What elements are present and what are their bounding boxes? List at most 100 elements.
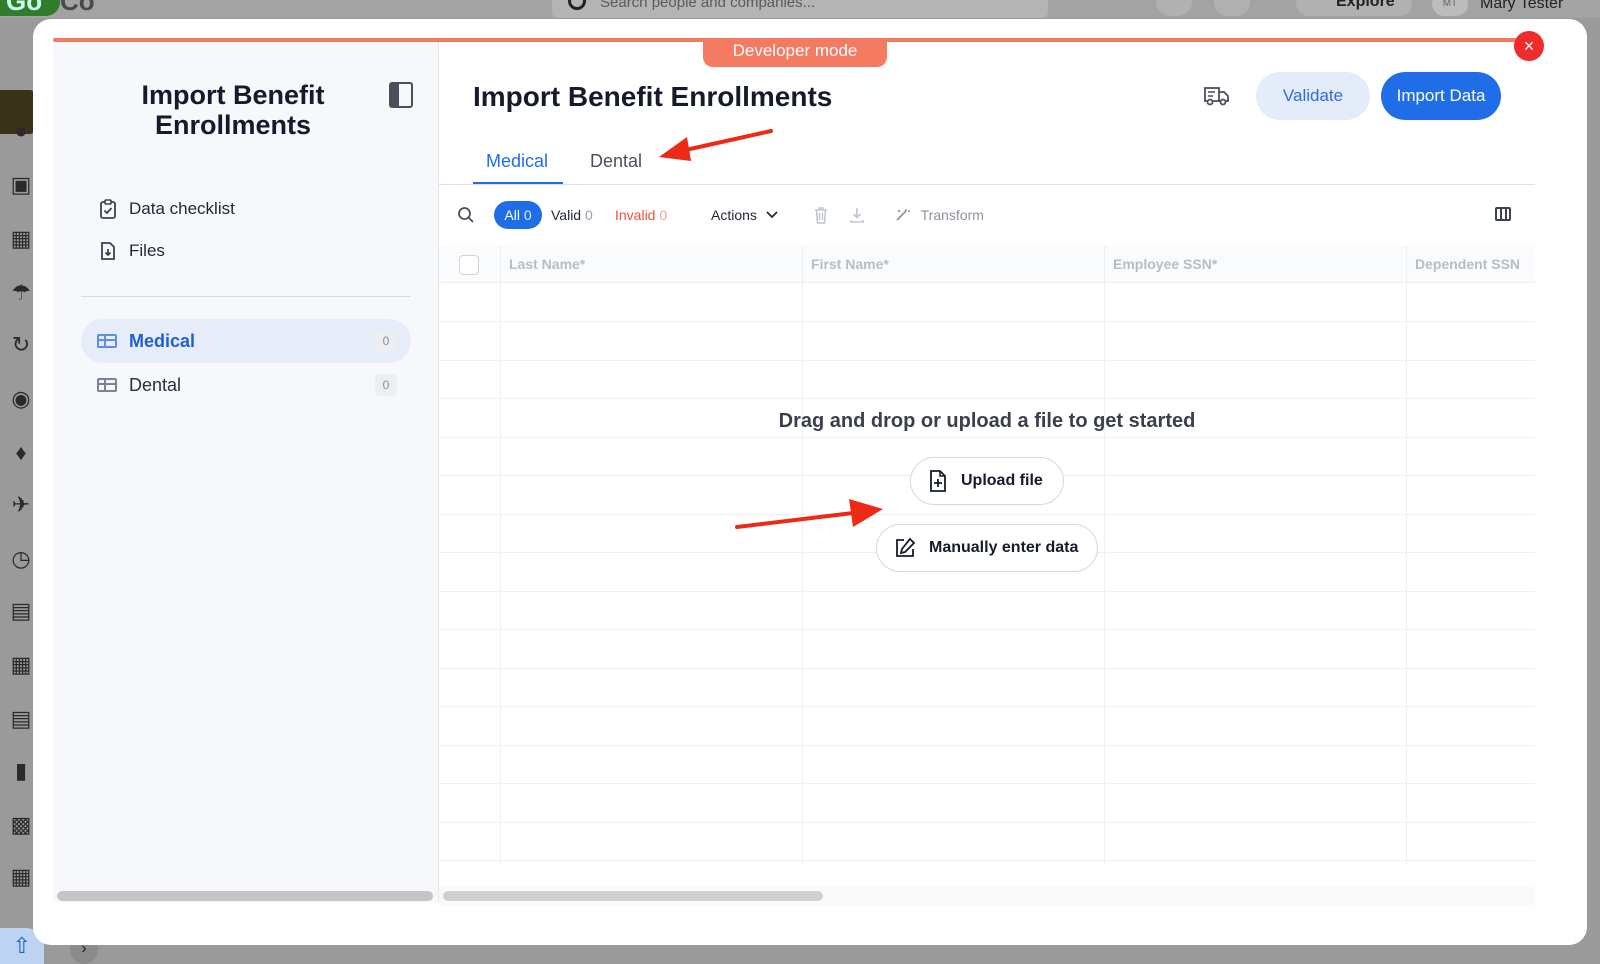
- award-icon: ◉: [11, 386, 31, 411]
- sidebar-title: Import Benefit Enrollments: [141, 80, 325, 140]
- filter-all-label: All: [504, 207, 520, 223]
- column-header[interactable]: Dependent SSN: [1407, 245, 1535, 283]
- upload-file-label: Upload file: [961, 472, 1043, 489]
- app-logo: Go: [0, 0, 60, 16]
- sheet-count-badge: 0: [375, 330, 397, 352]
- select-all-checkbox[interactable]: [459, 255, 479, 275]
- sidebar-divider: [81, 296, 411, 297]
- transform-button[interactable]: Transform: [895, 201, 984, 229]
- filter-valid-label: Valid: [551, 207, 582, 223]
- calendar-icon: ▦: [10, 652, 32, 677]
- empty-state-message: Drag and drop or upload a file to get st…: [778, 410, 1196, 432]
- column-header[interactable]: Employee SSN*: [1105, 245, 1407, 283]
- grid-row-line: [439, 822, 1535, 823]
- grid-row-line: [439, 514, 1535, 515]
- files-link[interactable]: Files: [99, 239, 165, 263]
- filter-valid-chip[interactable]: Valid 0: [551, 201, 593, 229]
- column-header[interactable]: Last Name*: [501, 245, 803, 283]
- grid-row-line: [439, 398, 1535, 399]
- manual-entry-label: Manually enter data: [929, 539, 1079, 556]
- import-modal: Developer mode × Import Benefit Enrollme…: [33, 19, 1587, 945]
- manual-entry-button[interactable]: Manually enter data: [876, 524, 1098, 572]
- chat-icon: ▩: [10, 812, 32, 837]
- filter-invalid-chip[interactable]: Invalid 0: [615, 201, 667, 229]
- background-sidebar: ● ▣ ▦ ☂ ↻ ◉ ♦ ✈ ◷ ▤ ▦ ▤ ▮ ▩ ▦: [0, 42, 34, 964]
- table-icon: [97, 378, 117, 392]
- magic-wand-icon: [896, 209, 910, 221]
- document-icon: ▤: [10, 598, 32, 623]
- grid-row-line: [439, 437, 1535, 438]
- grid-row-line: [439, 321, 1535, 322]
- tabs-divider: [439, 184, 1535, 185]
- file-plus-icon: [930, 470, 946, 492]
- apps-icon: ▦: [10, 864, 32, 889]
- filter-invalid-label: Invalid: [615, 207, 656, 223]
- page-title: Import Benefit Enrollments: [473, 81, 833, 112]
- developer-mode-badge: Developer mode: [703, 38, 887, 67]
- grid-row-line: [439, 591, 1535, 592]
- clipboard-check-icon: [100, 199, 116, 219]
- annotation-arrow-icon: [659, 129, 773, 161]
- data-checklist-link[interactable]: Data checklist: [99, 197, 235, 221]
- org-chart-icon: ▦: [10, 226, 32, 251]
- upload-file-button[interactable]: Upload file: [910, 457, 1064, 505]
- validate-button[interactable]: Validate: [1256, 72, 1370, 120]
- reports-icon: ▮: [14, 758, 28, 783]
- filter-all-chip[interactable]: All 0: [494, 201, 542, 229]
- collapse-panel-icon[interactable]: [389, 82, 413, 108]
- grid-header: Last Name* First Name* Employee SSN* Dep…: [439, 245, 1535, 283]
- time-icon: ◷: [11, 546, 31, 571]
- sheet-item-medical[interactable]: Medical 0: [81, 319, 411, 363]
- columns-icon[interactable]: [1495, 207, 1511, 221]
- sidebar-scrollbar[interactable]: [57, 891, 433, 901]
- umbrella-icon: ☂: [11, 280, 31, 305]
- app-logo-suffix: Co: [60, 0, 95, 16]
- grid-row-line: [439, 629, 1535, 630]
- grid-row-line: [439, 745, 1535, 746]
- filter-all-count: 0: [523, 207, 532, 223]
- grid-column-line: [1406, 245, 1407, 865]
- grid-row-line: [439, 783, 1535, 784]
- grid-row-line: [439, 668, 1535, 669]
- grid-row-line: [439, 360, 1535, 361]
- global-search: Search people and companies...: [552, 0, 1048, 18]
- grid-scrollbar[interactable]: [443, 891, 823, 901]
- sheet-label: Medical: [129, 330, 196, 351]
- files-label: Files: [129, 241, 165, 260]
- actions-label: Actions: [711, 207, 757, 223]
- download-icon[interactable]: [848, 205, 866, 225]
- grid-column-line: [1104, 245, 1105, 865]
- close-button[interactable]: ×: [1514, 31, 1544, 61]
- tab-dental[interactable]: Dental: [590, 151, 642, 172]
- search-icon[interactable]: [457, 206, 475, 224]
- payroll-icon: ▤: [10, 706, 32, 731]
- search-icon: [568, 0, 586, 10]
- actions-dropdown[interactable]: Actions: [711, 201, 779, 229]
- table-icon: [97, 334, 117, 348]
- column-header[interactable]: First Name*: [803, 245, 1105, 283]
- transform-label: Transform: [920, 207, 984, 223]
- grid-column-line: [500, 245, 501, 865]
- grid-row-line: [439, 860, 1535, 861]
- building-icon: ▣: [10, 172, 32, 197]
- user-menu: MT Mary Tester: [1432, 0, 1563, 16]
- truck-icon[interactable]: [1203, 85, 1231, 107]
- sheet-count-badge: 0: [375, 374, 397, 396]
- edit-icon: [896, 537, 916, 557]
- people-icon: ●: [14, 118, 28, 143]
- tab-medical[interactable]: Medical: [486, 151, 548, 172]
- sheet-item-dental[interactable]: Dental 0: [81, 363, 411, 407]
- training-icon: ♦: [15, 440, 27, 465]
- grid-column-line: [802, 245, 803, 865]
- close-icon: ×: [1523, 36, 1535, 56]
- file-download-icon: [101, 242, 115, 260]
- trash-icon[interactable]: [812, 205, 830, 225]
- explore-button: Explore: [1296, 0, 1412, 16]
- grid-row-line: [439, 706, 1535, 707]
- chevron-down-icon: [766, 211, 778, 219]
- sync-icon: ↻: [11, 332, 31, 357]
- filter-invalid-count: 0: [659, 207, 668, 223]
- travel-icon: ✈: [11, 492, 31, 517]
- import-data-button[interactable]: Import Data: [1381, 72, 1501, 120]
- import-sidebar: Import Benefit Enrollments Data checklis…: [53, 42, 439, 902]
